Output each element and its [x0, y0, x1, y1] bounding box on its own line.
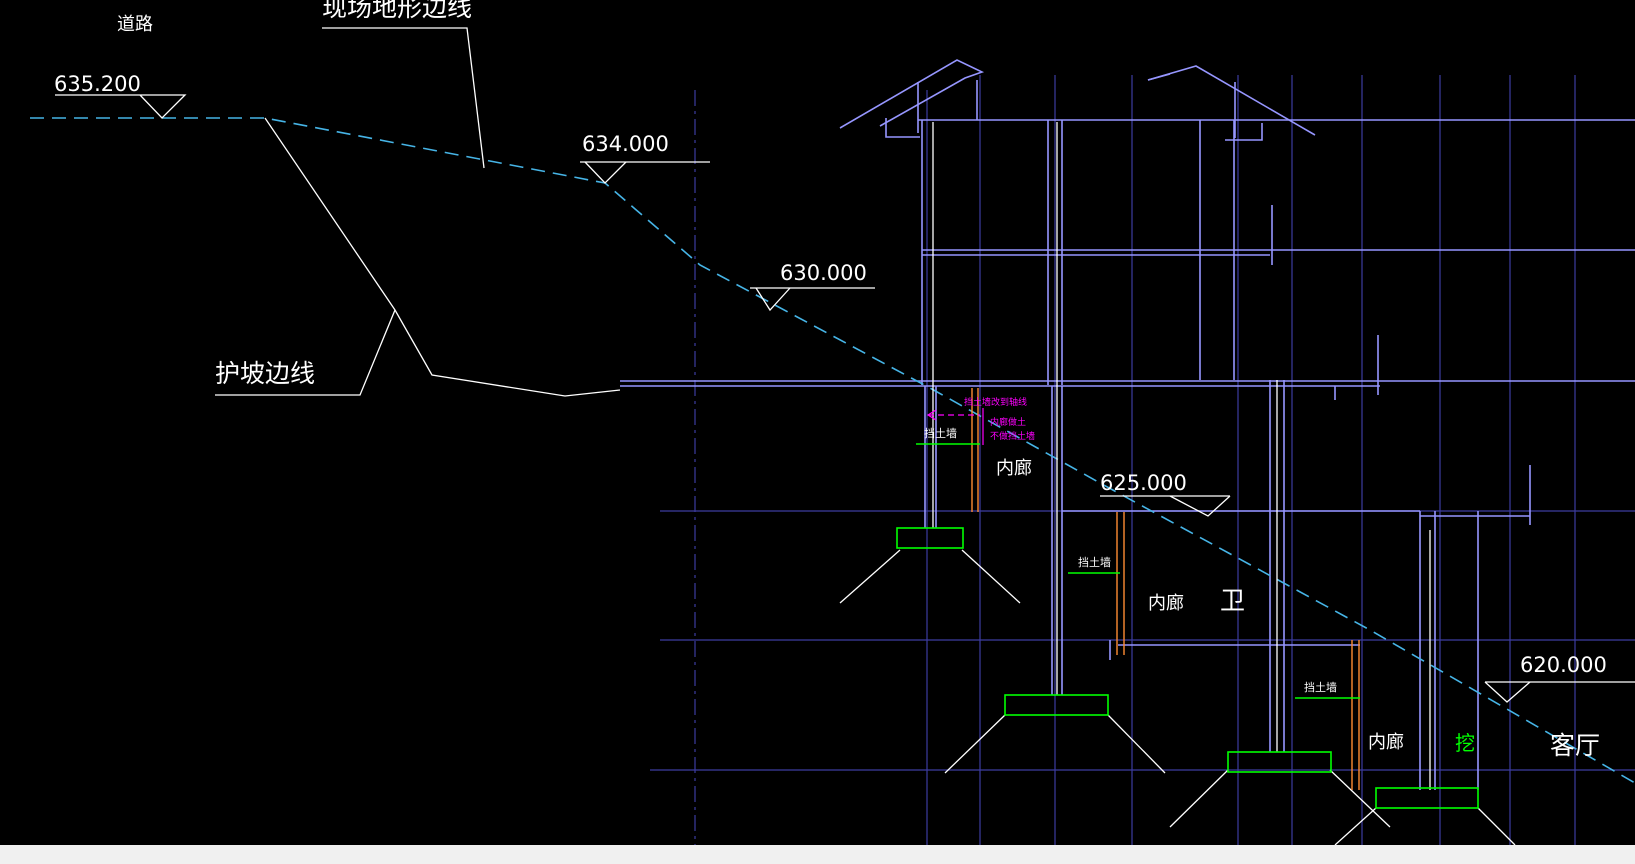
label-road: 道路 — [117, 14, 153, 35]
terrain-line — [30, 117, 1635, 784]
room-corridor-3: 内廊 — [1368, 732, 1404, 753]
room-living-room: 客厅 — [1550, 731, 1600, 760]
elevation-634: 634.000 — [582, 132, 669, 156]
label-excavate: 挖 — [1455, 731, 1475, 755]
note-line-2: 内廊做土 — [990, 416, 1026, 428]
room-bathroom: 卫 — [1220, 586, 1245, 615]
label-terrain-line: 现场地形边线 — [322, 0, 472, 22]
status-bar — [0, 845, 1635, 864]
room-corridor-1: 内廊 — [996, 458, 1032, 479]
elevation-630: 630.000 — [780, 261, 867, 285]
cad-drawing-canvas[interactable]: 道路 现场地形边线 护坡边线 635.200 634.000 630.000 6… — [0, 0, 1635, 846]
note-line-1: 挡土墙改到轴线 — [964, 396, 1027, 408]
label-retaining-wall-2: 挡土墙 — [1078, 555, 1111, 569]
retaining-walls — [971, 388, 1360, 790]
elevation-620: 620.000 — [1520, 653, 1607, 677]
footings — [896, 443, 1479, 809]
building-structure — [620, 59, 1635, 790]
note-line-3: 不做挡土墙 — [990, 430, 1035, 442]
section-drawing: 道路 现场地形边线 护坡边线 635.200 634.000 630.000 6… — [30, 0, 1635, 846]
label-retaining-wall-3: 挡土墙 — [1304, 680, 1337, 694]
room-corridor-2: 内廊 — [1148, 593, 1184, 614]
elevation-625: 625.000 — [1100, 471, 1187, 495]
white-linework — [55, 27, 1635, 846]
elevation-635: 635.200 — [54, 72, 141, 96]
grid-lines — [650, 75, 1635, 845]
label-slope-protection-line: 护坡边线 — [215, 359, 315, 388]
label-retaining-wall-1: 挡土墙 — [924, 426, 957, 440]
